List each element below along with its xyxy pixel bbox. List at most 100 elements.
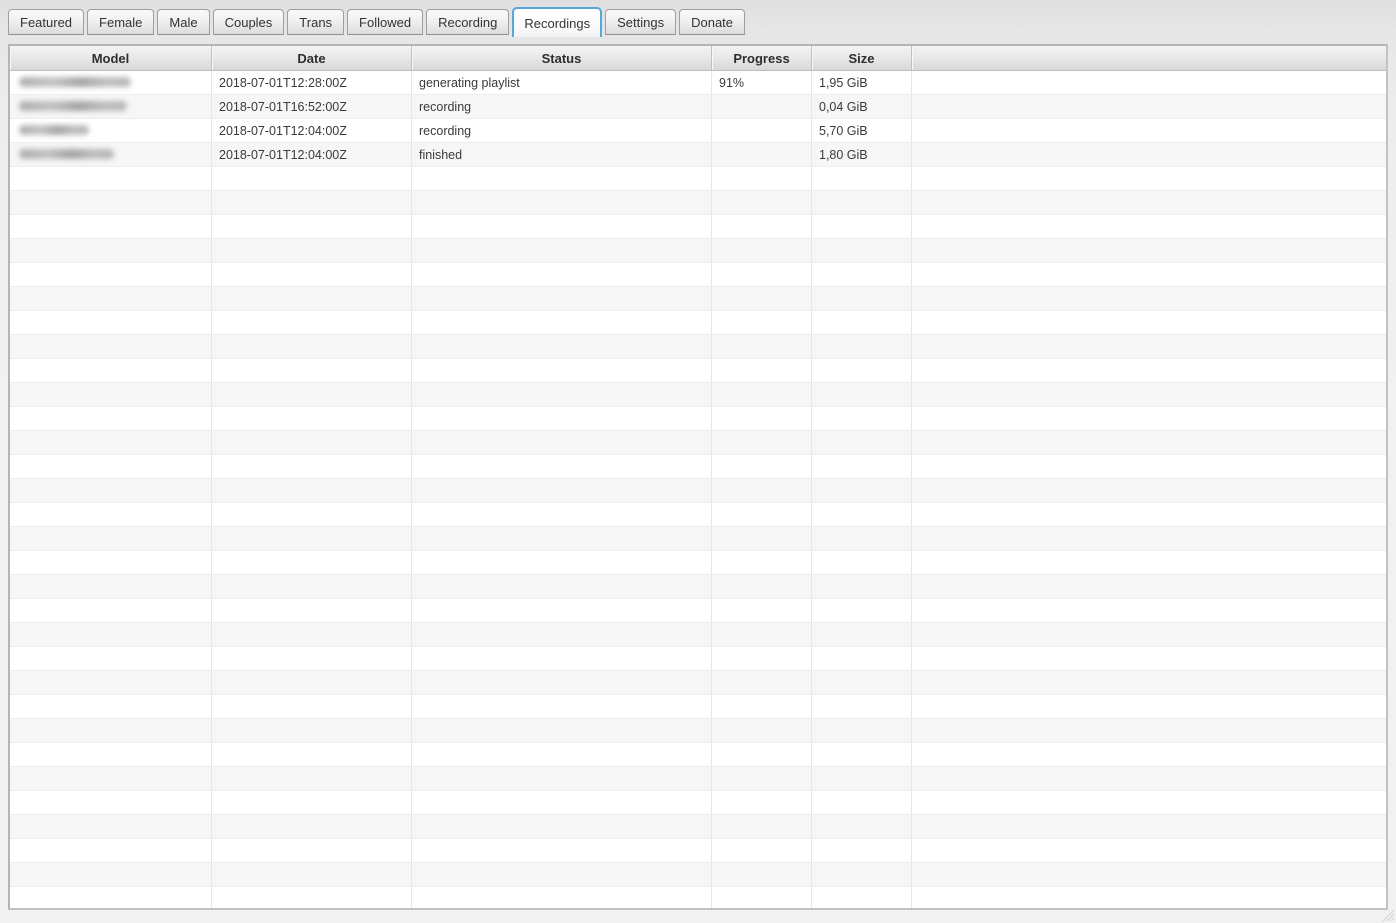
table-row-empty <box>10 287 1386 311</box>
cell-extra <box>912 335 1386 358</box>
cell-extra <box>912 71 1386 94</box>
tab-label: Female <box>99 14 143 30</box>
cell-date <box>212 383 412 406</box>
table-row[interactable]: 2018-07-01T12:04:00Z recording 5,70 GiB <box>10 119 1386 143</box>
cell-date <box>212 215 412 238</box>
cell-progress <box>712 119 812 142</box>
cell-model <box>10 431 212 454</box>
cell-extra <box>912 215 1386 238</box>
tab-featured[interactable]: Featured <box>8 9 85 35</box>
table-row[interactable]: 2018-07-01T12:04:00Z finished 1,80 GiB <box>10 143 1386 167</box>
redacted-model-name <box>19 124 89 135</box>
table-row-empty <box>10 431 1386 455</box>
column-header-size[interactable]: Size <box>812 46 912 70</box>
cell-model <box>10 167 212 190</box>
column-header-model[interactable]: Model <box>10 46 212 70</box>
recordings-table[interactable]: Model Date Status Progress Size 2018-07-01T1… <box>8 44 1388 910</box>
cell-date <box>212 647 412 670</box>
cell-size: 5,70 GiB <box>812 119 912 142</box>
cell-extra <box>912 191 1386 214</box>
tab-label: Couples <box>224 14 273 30</box>
cell-size <box>812 407 912 430</box>
cell-status <box>412 839 712 862</box>
tab-label: Male <box>169 14 198 30</box>
cell-date <box>212 479 412 502</box>
column-header-extra[interactable] <box>912 46 1386 70</box>
cell-size: 0,04 GiB <box>812 95 912 118</box>
cell-model <box>10 623 212 646</box>
cell-model <box>10 647 212 670</box>
cell-extra <box>912 359 1386 382</box>
tab-female[interactable]: Female <box>87 9 155 35</box>
cell-progress <box>712 839 812 862</box>
tab-trans[interactable]: Trans <box>287 9 345 35</box>
table-row-empty <box>10 455 1386 479</box>
table-row-empty <box>10 407 1386 431</box>
cell-progress <box>712 407 812 430</box>
cell-status <box>412 431 712 454</box>
cell-status: generating playlist <box>412 71 712 94</box>
cell-status <box>412 767 712 790</box>
cell-extra <box>912 887 1386 908</box>
cell-model <box>10 599 212 622</box>
cell-status <box>412 791 712 814</box>
cell-progress <box>712 647 812 670</box>
table-row-empty <box>10 791 1386 815</box>
cell-size <box>812 743 912 766</box>
cell-progress <box>712 863 812 886</box>
cell-progress <box>712 215 812 238</box>
table-row-empty <box>10 359 1386 383</box>
tab-recordings[interactable]: Recordings <box>512 7 603 37</box>
resize-grip-icon[interactable] <box>1380 907 1394 921</box>
table-header-row: Model Date Status Progress Size <box>10 46 1386 71</box>
cell-extra <box>912 383 1386 406</box>
cell-progress <box>712 359 812 382</box>
cell-extra <box>912 287 1386 310</box>
cell-progress <box>712 167 812 190</box>
tab-male[interactable]: Male <box>157 9 210 35</box>
table-row-empty <box>10 839 1386 863</box>
tab-recording[interactable]: Recording <box>426 9 510 35</box>
cell-status <box>412 455 712 478</box>
cell-status <box>412 647 712 670</box>
tab-settings[interactable]: Settings <box>605 9 677 35</box>
cell-size: 1,95 GiB <box>812 71 912 94</box>
cell-progress <box>712 599 812 622</box>
tab-couples[interactable]: Couples <box>212 9 285 35</box>
table-row-empty <box>10 503 1386 527</box>
cell-size <box>812 527 912 550</box>
column-header-status[interactable]: Status <box>412 46 712 70</box>
table-row-empty <box>10 767 1386 791</box>
table-row-empty <box>10 719 1386 743</box>
tab-followed[interactable]: Followed <box>347 9 424 35</box>
tab-donate[interactable]: Donate <box>679 9 746 35</box>
cell-date: 2018-07-01T12:04:00Z <box>212 143 412 166</box>
cell-model <box>10 695 212 718</box>
cell-date <box>212 695 412 718</box>
column-header-progress[interactable]: Progress <box>712 46 812 70</box>
table-row-empty <box>10 599 1386 623</box>
cell-model <box>10 335 212 358</box>
cell-status <box>412 743 712 766</box>
cell-extra <box>912 623 1386 646</box>
cell-progress <box>712 383 812 406</box>
table-row-empty <box>10 263 1386 287</box>
column-header-date[interactable]: Date <box>212 46 412 70</box>
cell-model <box>10 383 212 406</box>
cell-model <box>10 743 212 766</box>
table-row[interactable]: 2018-07-01T12:28:00Z generating playlist… <box>10 71 1386 95</box>
cell-progress <box>712 695 812 718</box>
table-row[interactable]: 2018-07-01T16:52:00Z recording 0,04 GiB <box>10 95 1386 119</box>
cell-status <box>412 527 712 550</box>
cell-model <box>10 791 212 814</box>
cell-model <box>10 263 212 286</box>
redacted-model-name <box>19 148 114 159</box>
cell-size <box>812 239 912 262</box>
cell-model <box>10 839 212 862</box>
cell-extra <box>912 575 1386 598</box>
cell-extra <box>912 791 1386 814</box>
cell-model <box>10 143 212 166</box>
cell-model <box>10 503 212 526</box>
table-body: 2018-07-01T12:28:00Z generating playlist… <box>10 71 1386 908</box>
cell-extra <box>912 599 1386 622</box>
